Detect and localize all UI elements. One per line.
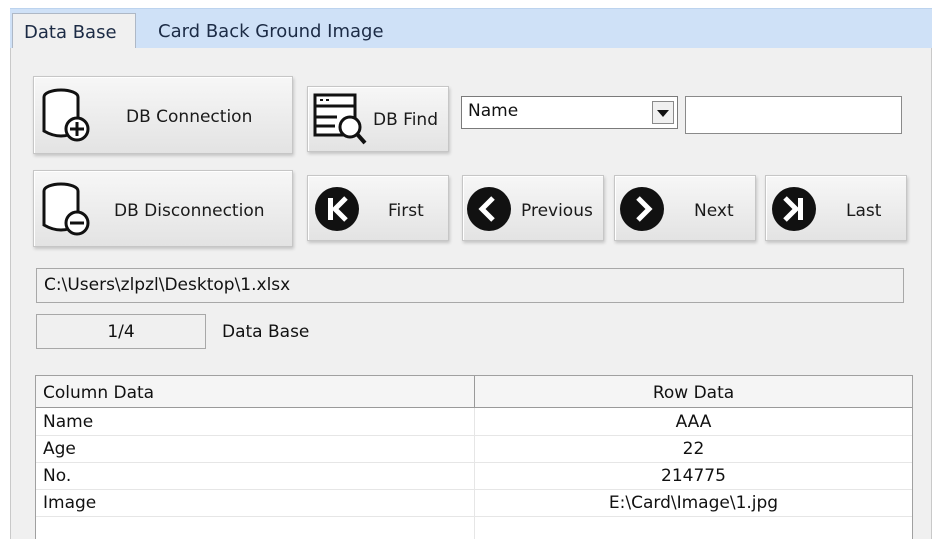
find-search-input[interactable] [685, 96, 902, 134]
next-button[interactable]: Next [614, 175, 756, 241]
previous-label: Previous [521, 201, 593, 221]
tab-bar: Data Base Card Back Ground Image [10, 8, 932, 50]
db-disconnection-label: DB Disconnection [114, 201, 265, 221]
db-disconnection-button[interactable]: DB Disconnection [33, 170, 293, 247]
database-remove-icon [42, 182, 90, 236]
tab-data-base[interactable]: Data Base [12, 13, 136, 50]
first-record-icon [315, 187, 359, 231]
cell-row-data: E:\Card\Image\1.jpg [608, 493, 779, 513]
record-position: 1/4 [36, 314, 206, 349]
column-header-row-data[interactable]: Row Data [475, 376, 912, 408]
first-label: First [388, 201, 424, 221]
last-button[interactable]: Last [765, 175, 907, 241]
db-connection-button[interactable]: DB Connection [33, 76, 293, 154]
cell-column-data: No. [43, 466, 72, 486]
column-header-column-data[interactable]: Column Data [43, 376, 154, 408]
cell-column-data: Age [43, 439, 76, 459]
database-add-icon [42, 88, 90, 142]
file-path-field: C:\Users\zlpzl\Desktop\1.xlsx [36, 268, 904, 303]
grid-header: Column Data Row Data [36, 376, 912, 408]
data-base-label: Data Base [222, 322, 310, 342]
db-find-label: DB Find [373, 110, 438, 130]
table-row[interactable]: Image E:\Card\Image\1.jpg [36, 490, 912, 517]
find-field-select[interactable]: Name [461, 96, 678, 129]
next-label: Next [694, 201, 734, 221]
last-record-icon [772, 187, 816, 231]
chevron-down-icon[interactable] [652, 101, 674, 124]
data-grid: Column Data Row Data Name AAA Age 22 No.… [35, 375, 913, 539]
db-connection-label: DB Connection [126, 107, 253, 127]
table-row[interactable]: Age 22 [36, 436, 912, 463]
db-find-button[interactable]: DB Find [307, 86, 449, 152]
table-row[interactable]: No. 214775 [36, 463, 912, 490]
cell-row-data: 22 [682, 439, 705, 459]
find-field-value: Name [468, 101, 519, 121]
database-search-icon [313, 93, 367, 145]
last-label: Last [846, 201, 882, 221]
table-row[interactable]: Name AAA [36, 409, 912, 436]
cell-column-data: Name [43, 412, 94, 432]
tab-card-background-image[interactable]: Card Back Ground Image [147, 13, 395, 50]
cell-column-data: Image [43, 493, 97, 513]
first-button[interactable]: First [307, 175, 449, 241]
previous-record-icon [467, 187, 511, 231]
cell-row-data: 214775 [661, 466, 726, 486]
next-record-icon [620, 187, 664, 231]
cell-row-data: AAA [675, 412, 712, 432]
previous-button[interactable]: Previous [462, 175, 604, 241]
